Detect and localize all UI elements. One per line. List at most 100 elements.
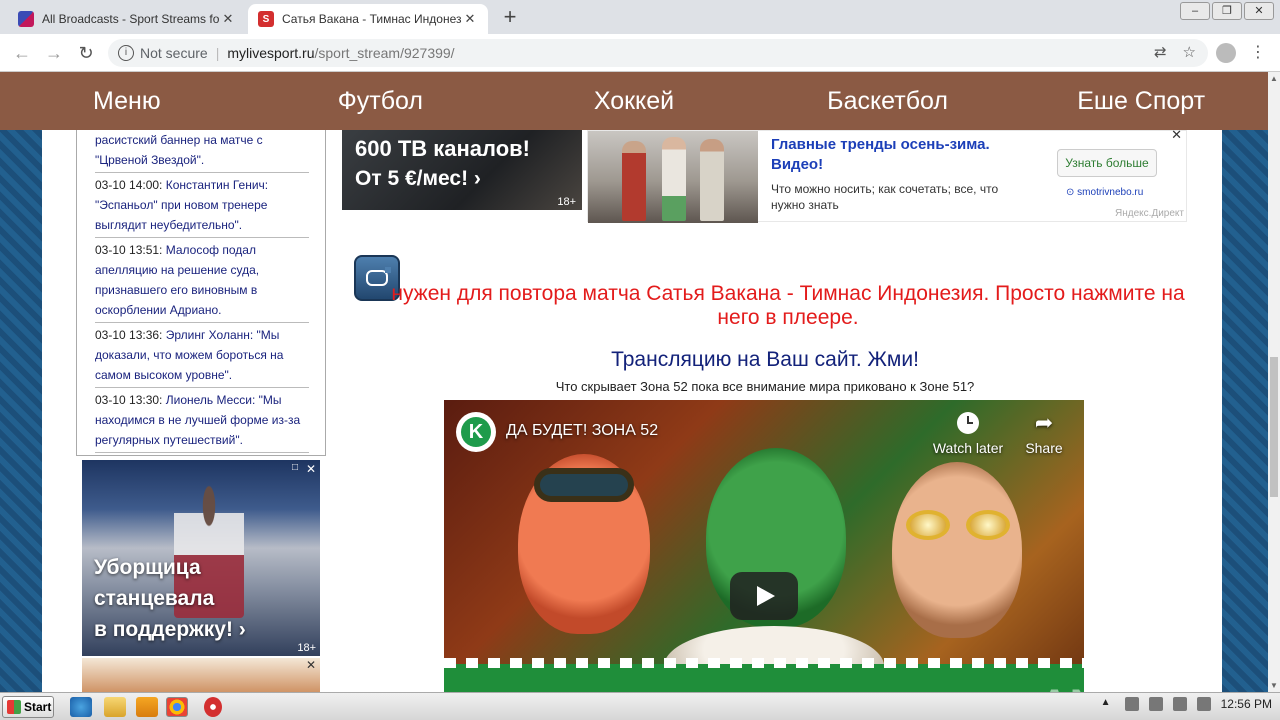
nav-item-hockey[interactable]: Хоккей	[507, 72, 761, 130]
separator: |	[215, 45, 220, 61]
news-time: 03-10 13:51:	[95, 243, 163, 257]
scroll-thumb[interactable]	[1270, 357, 1278, 497]
volume-icon[interactable]	[1172, 697, 1187, 711]
age-rating: 18+	[557, 196, 576, 208]
clock[interactable]: 12:56 PM	[1221, 697, 1272, 711]
share-arrow-icon: ➦	[1034, 410, 1054, 435]
forward-button[interactable]: →	[42, 41, 66, 65]
share-button[interactable]: ➦ Share	[1016, 410, 1072, 457]
ad-headline[interactable]: Главные тренды осень-зима. Видео!	[771, 135, 1031, 175]
scroll-down-arrow-icon[interactable]: ▼	[1270, 681, 1278, 690]
network-icon[interactable]	[1124, 697, 1139, 711]
info-icon[interactable]: i	[118, 45, 134, 61]
browser-menu-icon[interactable]: ⋮	[1250, 42, 1266, 62]
maximize-button[interactable]: ❐	[1212, 2, 1242, 20]
chrome-icon[interactable]	[166, 697, 188, 717]
close-ad-icon[interactable]: ✕	[306, 462, 316, 476]
news-text[interactable]: расистский баннер на матче с "Црвеной Зв…	[95, 133, 263, 167]
site-navigation: Меню Футбол Хоккей Баскетбол Еше Спорт	[0, 72, 1268, 130]
file-explorer-icon[interactable]	[104, 697, 126, 717]
watch-later-button[interactable]: Watch later	[930, 412, 1006, 456]
tab-current-stream[interactable]: S Сатья Вакана - Тимнас Индонезия ✕	[248, 4, 488, 34]
security-label: Not secure	[140, 45, 208, 61]
profile-avatar[interactable]	[1216, 43, 1236, 63]
ad-domain-text: smotrivnebo.ru	[1077, 187, 1144, 198]
flag-icon[interactable]	[1196, 697, 1211, 711]
ad-domain[interactable]: ⊙ smotrivnebo.ru	[1066, 187, 1143, 198]
nav-item-basketball[interactable]: Баскетбол	[761, 72, 1015, 130]
close-ad-icon[interactable]: ✕	[306, 658, 316, 672]
ad-caption-line: станцевала	[94, 587, 215, 610]
clock-icon	[957, 412, 979, 434]
video-title[interactable]: ДА БУДЕТ! ЗОНА 52	[506, 422, 658, 440]
translate-icon[interactable]: ⇄	[1154, 43, 1167, 61]
tv-ad-banner[interactable]: 600 ТВ каналов! От 5 €/мес! › 18+	[342, 130, 582, 210]
sidebar-ad-banner-2[interactable]: ✕	[82, 658, 320, 692]
minimize-button[interactable]: –	[1180, 2, 1210, 20]
new-tab-button[interactable]: +	[498, 6, 522, 30]
ad-caption: Уборщица станцевала в поддержку! ›	[94, 552, 246, 645]
tab-all-broadcasts[interactable]: All Broadcasts - Sport Streams for ea ✕	[8, 4, 246, 34]
close-window-button[interactable]: ✕	[1244, 2, 1274, 20]
nav-item-more-sports[interactable]: Еше Спорт	[1014, 72, 1268, 130]
page-scrollbar[interactable]: ▲ ▼	[1268, 72, 1280, 692]
news-feed: расистский баннер на матче с "Црвеной Зв…	[76, 130, 326, 456]
video-player[interactable]: K ДА БУДЕТ! ЗОНА 52 Watch later ➦ Share	[444, 400, 1084, 692]
nav-item-football[interactable]: Футбол	[254, 72, 508, 130]
ad-info-icon[interactable]: □	[292, 462, 298, 473]
news-item[interactable]: 03-10 13:51: Малософ подал апелляцию на …	[95, 238, 309, 323]
news-item[interactable]: 03-10 13:30: Лионель Месси: "Мы находимс…	[95, 388, 309, 453]
url-path: /sport_stream/927399/	[314, 45, 455, 61]
video-thumbnail-person	[892, 462, 1022, 638]
scroll-up-arrow-icon[interactable]: ▲	[1270, 74, 1278, 83]
sidebar-ad-banner[interactable]: Уборщица станцевала в поддержку! › □ ✕ 1…	[82, 460, 320, 656]
yandex-ad-banner[interactable]: Главные тренды осень-зима. Видео! Что мо…	[587, 130, 1187, 223]
tab-strip: All Broadcasts - Sport Streams for ea ✕ …	[0, 0, 1280, 34]
tab-title: Сатья Вакана - Тимнас Индонезия	[282, 12, 462, 26]
security-app-icon[interactable]	[204, 697, 222, 717]
ad-photo	[588, 131, 758, 223]
close-tab-icon[interactable]: ✕	[462, 11, 478, 27]
display-icon[interactable]	[1148, 697, 1163, 711]
tray-up-arrow-icon[interactable]: ▲	[1101, 697, 1115, 711]
back-button[interactable]: ←	[10, 41, 34, 65]
internet-explorer-icon[interactable]	[70, 697, 92, 717]
nav-item-menu[interactable]: Меню	[0, 72, 254, 130]
web-page: Меню Футбол Хоккей Баскетбол Еше Спорт р…	[0, 72, 1268, 692]
bookmark-star-icon[interactable]: ☆	[1183, 43, 1196, 61]
channel-initial: K	[461, 417, 491, 447]
reload-button[interactable]: ↻	[74, 41, 98, 65]
main-content: расистский баннер на матче с "Црвеной Зв…	[42, 130, 1222, 692]
media-player-icon[interactable]	[136, 697, 158, 717]
news-time: 03-10 13:36:	[95, 328, 163, 342]
window-controls: – ❐ ✕	[1180, 2, 1274, 20]
news-time: 03-10 13:30:	[95, 393, 163, 407]
sunglasses-graphic	[906, 510, 1010, 540]
play-button[interactable]	[730, 572, 798, 620]
ad-network-label: Яндекс.Директ	[1115, 208, 1184, 219]
ad-subline: От 5 €/мес! ›	[355, 167, 481, 190]
ad-caption-line: Уборщица	[94, 556, 201, 579]
system-tray: ▲ 12:56 PM	[1101, 697, 1272, 711]
goggles-graphic	[534, 468, 634, 502]
anyrun-watermark: ANY.RUN	[1040, 682, 1225, 692]
ad-description: Что можно носить; как сочетать; все, что…	[771, 182, 999, 212]
start-button[interactable]: Start	[2, 696, 54, 718]
site-favicon-icon	[18, 11, 34, 27]
replay-instruction: нужен для повтора матча Сатья Вакана - Т…	[391, 282, 1185, 329]
news-item[interactable]: расистский баннер на матче с "Црвеной Зв…	[95, 130, 309, 173]
news-time: 03-10 14:00:	[95, 178, 163, 192]
url-host: mylivesport.ru	[227, 45, 315, 61]
omnibox-actions: ⇄ ☆	[1154, 43, 1196, 61]
address-bar[interactable]: i Not secure | mylivesport.ru /sport_str…	[108, 39, 1208, 67]
news-item[interactable]: 03-10 13:36: Эрлинг Холанн: "Мы доказали…	[95, 323, 309, 388]
close-tab-icon[interactable]: ✕	[220, 11, 236, 27]
site-favicon-icon: S	[258, 11, 274, 27]
news-item[interactable]: 03-10 14:00: Константин Генич: "Эспаньол…	[95, 173, 309, 238]
learn-more-button[interactable]: Узнать больше	[1057, 149, 1157, 177]
embed-stream-link[interactable]: Трансляцию на Ваш сайт. Жми!	[342, 348, 1188, 372]
close-ad-icon[interactable]: ✕	[1171, 130, 1182, 143]
ad-headline: 600 ТВ каналов!	[355, 136, 531, 161]
age-rating: 18+	[297, 642, 316, 654]
channel-avatar[interactable]: K	[456, 412, 496, 452]
